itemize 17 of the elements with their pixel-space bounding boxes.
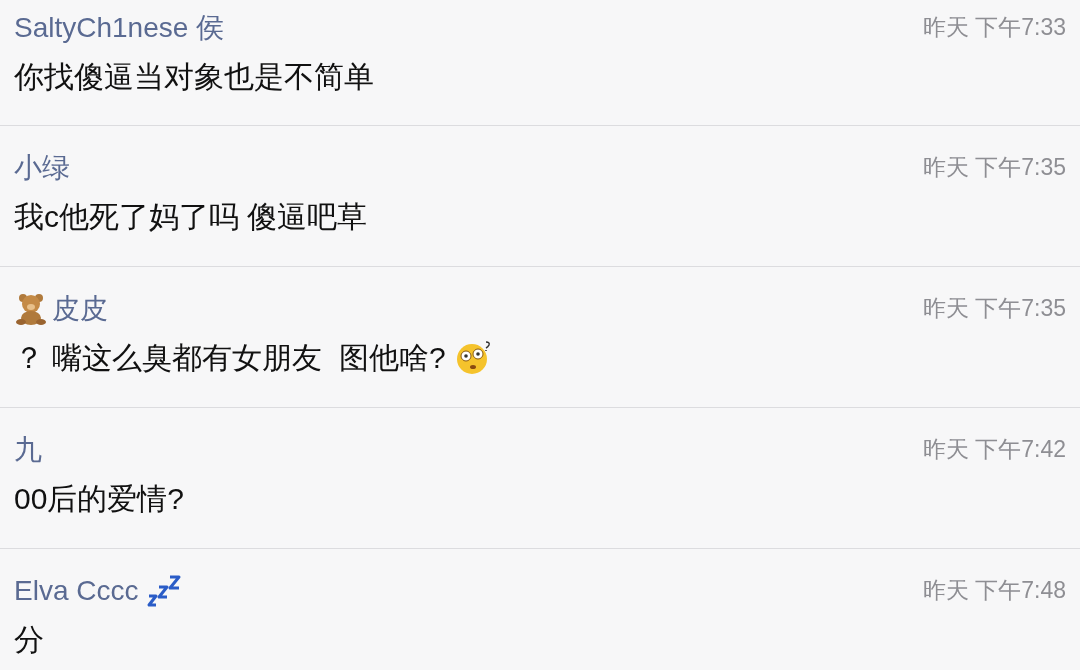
message-text: 00后的爱情? <box>14 480 185 517</box>
timestamp: 昨天 下午7:48 <box>922 576 1066 605</box>
sleep-icon <box>146 574 183 608</box>
sender-name[interactable]: 小绿 <box>14 147 70 189</box>
message-text: 分 <box>14 621 44 658</box>
sender-name[interactable]: SaltyCh1nese 侯 <box>14 7 225 49</box>
timestamp: 昨天 下午7:42 <box>922 435 1066 464</box>
message-text: ？ 嘴这么臭都有女朋友 图他啥? <box>14 339 446 376</box>
message-text: 你找傻逼当对象也是不简单 <box>14 58 374 95</box>
message-text: 我c他死了妈了吗 傻逼吧草 <box>14 198 368 235</box>
sender-name[interactable]: Elva Cccc <box>14 570 139 612</box>
timestamp: 昨天 下午7:35 <box>922 294 1066 323</box>
sender-name[interactable]: 皮皮 <box>52 288 108 330</box>
teddy-bear-icon <box>14 292 48 326</box>
timestamp: 昨天 下午7:35 <box>922 153 1066 182</box>
sender-name[interactable]: 九 <box>14 429 42 471</box>
timestamp: 昨天 下午7:33 <box>922 13 1066 42</box>
